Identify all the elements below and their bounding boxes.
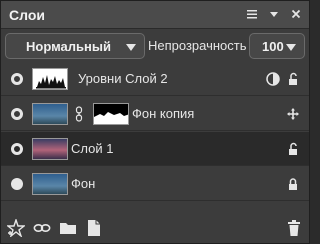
visibility-toggle[interactable] bbox=[11, 143, 23, 155]
unlock-icon[interactable] bbox=[285, 141, 301, 157]
visibility-toggle[interactable] bbox=[11, 108, 23, 120]
titlebar-icons bbox=[245, 7, 303, 21]
folder-icon[interactable] bbox=[59, 219, 77, 237]
chevron-down-icon bbox=[126, 44, 136, 51]
layers-list: Уровни Слой 2 Фон копия Слой 1 Фон bbox=[1, 62, 309, 212]
layer-thumbnail bbox=[32, 103, 68, 125]
levels-adjustment-thumbnail bbox=[32, 68, 68, 90]
unlock-icon[interactable] bbox=[285, 71, 301, 87]
visibility-toggle[interactable] bbox=[11, 178, 23, 190]
layer-thumbnail bbox=[32, 173, 68, 195]
collapse-icon[interactable] bbox=[267, 7, 281, 21]
layer-name: Фон bbox=[71, 176, 96, 191]
chain-link-icon[interactable] bbox=[71, 106, 87, 122]
layer-row-layer1[interactable]: Слой 1 bbox=[1, 132, 309, 166]
layer-name: Фон копия bbox=[132, 106, 195, 121]
layer-row-levels[interactable]: Уровни Слой 2 bbox=[1, 62, 309, 96]
new-layer-icon[interactable] bbox=[85, 219, 103, 237]
opacity-dropdown[interactable]: 100 bbox=[249, 33, 305, 59]
layer-mask-thumbnail[interactable] bbox=[93, 103, 129, 125]
blend-controls: Нормальный Непрозрачность 100 bbox=[5, 33, 305, 59]
blend-mode-value: Нормальный bbox=[26, 39, 111, 54]
layer-name: Уровни Слой 2 bbox=[78, 71, 168, 86]
add-style-icon[interactable] bbox=[7, 219, 25, 237]
visibility-toggle[interactable] bbox=[11, 73, 23, 85]
link-icon[interactable] bbox=[33, 219, 51, 237]
layer-row-background-copy[interactable]: Фон копия bbox=[1, 97, 309, 131]
move-icon[interactable] bbox=[285, 106, 301, 122]
trash-icon[interactable] bbox=[285, 219, 303, 237]
panel-titlebar: Слои bbox=[1, 1, 309, 29]
opacity-label: Непрозрачность bbox=[148, 38, 247, 53]
close-icon[interactable] bbox=[289, 7, 303, 21]
opacity-value: 100 bbox=[262, 39, 284, 54]
panel-bottom-toolbar bbox=[1, 213, 309, 243]
layers-panel: Слои Нормальный Непрозрачность 100 Уровн… bbox=[0, 0, 310, 244]
lock-icon[interactable] bbox=[285, 176, 301, 192]
layer-row-background[interactable]: Фон bbox=[1, 167, 309, 201]
layer-thumbnail bbox=[32, 138, 68, 160]
layer-name: Слой 1 bbox=[71, 141, 114, 156]
chevron-down-icon bbox=[286, 44, 296, 51]
adjustment-icon bbox=[265, 71, 281, 87]
blend-mode-dropdown[interactable]: Нормальный bbox=[5, 33, 145, 59]
panel-title: Слои bbox=[9, 7, 45, 23]
menu-icon[interactable] bbox=[245, 7, 259, 21]
